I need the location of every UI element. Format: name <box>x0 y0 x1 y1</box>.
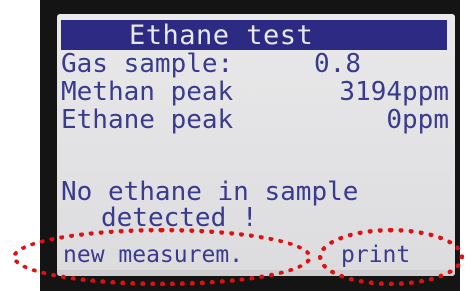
methan-peak-label: Methan peak <box>61 77 234 107</box>
gas-sample-label: Gas sample: <box>61 49 234 79</box>
gas-sample-value: 0.8 <box>314 49 361 79</box>
methan-peak-value: 3194ppm <box>339 77 449 107</box>
annotation-ellipse-left <box>12 228 312 286</box>
device-photo: Ethane test Gas sample: 0.8 Methan peak … <box>0 0 468 291</box>
result-message-line-1: No ethane in sample <box>61 177 359 207</box>
screen-title: Ethane test <box>129 20 314 51</box>
annotation-ellipse-right <box>318 228 464 286</box>
title-bar: Ethane test <box>61 20 447 51</box>
ethane-peak-label: Ethane peak <box>61 105 234 135</box>
ethane-peak-value: 0ppm <box>386 105 449 135</box>
